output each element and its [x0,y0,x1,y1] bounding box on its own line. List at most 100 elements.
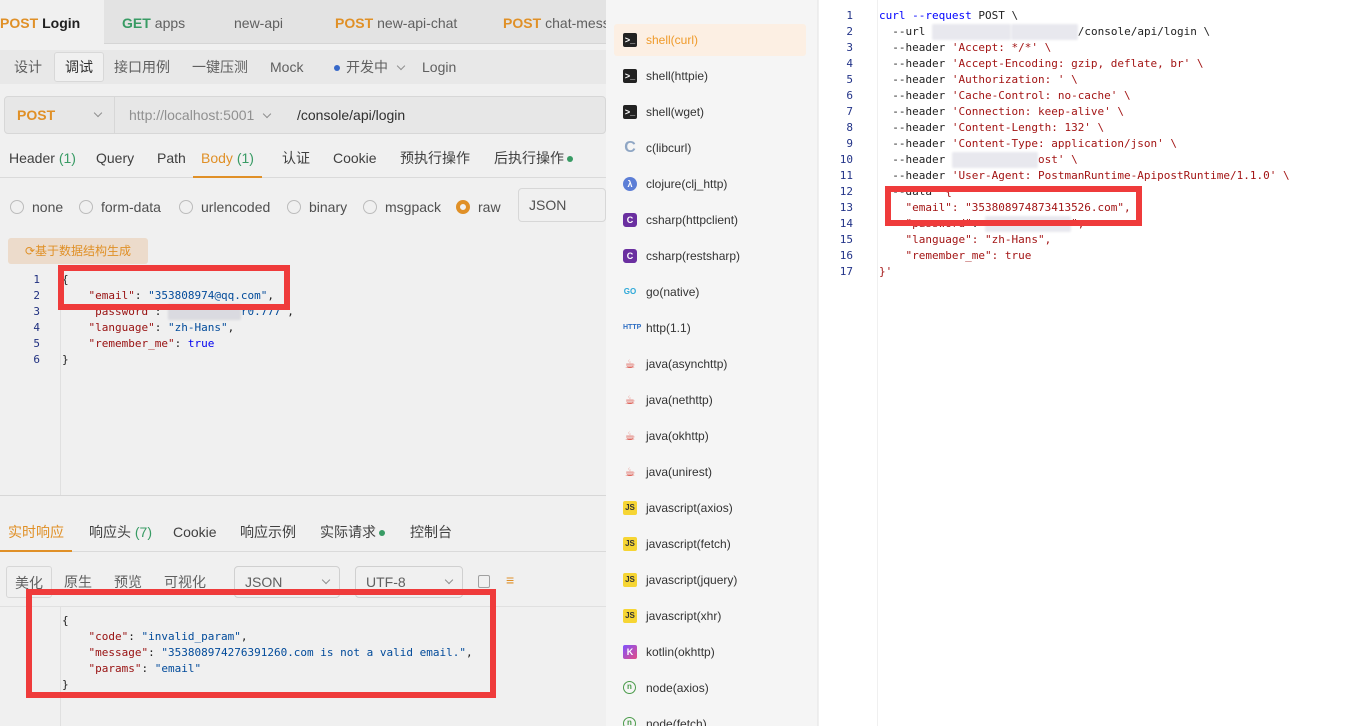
radio-none[interactable]: none [10,198,63,216]
code-line: "remember_me": true [88,337,215,350]
code-token: --header [892,137,946,150]
radio-form-data[interactable]: form-data [79,198,161,216]
tab-query[interactable]: Query [96,142,134,178]
code-token: curl [879,9,906,22]
lang-node-fetch[interactable]: n node(fetch) [614,708,806,726]
json-value: true [187,337,215,350]
line-number: 6 [846,89,853,102]
tab-login[interactable]: POST Login [0,0,104,44]
tab-header[interactable]: Header (1) [9,142,76,178]
path-input[interactable]: /console/api/login [297,97,597,133]
encoding-select[interactable]: UTF-8 [355,566,463,598]
radio-urlencoded[interactable]: urlencoded [179,198,270,216]
request-subtabs: Header (1) Query Path Body (1) 认证 Cookie… [0,142,606,178]
tab-actual-request[interactable]: 实际请求 [320,516,385,552]
code-line: --header 'Accept: */*' \ [879,40,1051,56]
radio-binary[interactable]: binary [287,198,347,216]
raw-button[interactable]: 原生 [56,566,100,598]
lang-javascript-fetch[interactable]: JS javascript(fetch) [614,528,806,560]
format-label: JSON [245,574,283,590]
code-line: "remember_me": true [879,248,1032,264]
lang-clojure[interactable]: λ clojure(clj_http) [614,168,806,200]
pretty-button[interactable]: 美化 [6,566,52,598]
radio-label: raw [478,199,501,215]
generate-from-schema-button[interactable]: ⟳基于数据结构生成 [8,238,148,264]
lang-java-okhttp[interactable]: ☕ java(okhttp) [614,420,806,452]
tab-apps[interactable]: GET apps [122,0,185,44]
tab-cookie[interactable]: Cookie [333,142,377,178]
code-line: --header 'Connection: keep-alive' \ [879,104,1124,120]
code-line: "email": "353808974873413526.com", [879,200,1131,216]
tab-label: apps [154,15,186,31]
tab-console[interactable]: 控制台 [410,516,452,552]
tab-label: Login [42,15,81,31]
code-token: '{ [938,185,952,198]
tab-body[interactable]: Body (1) [193,142,262,178]
status-dropdown[interactable]: 开发中 [326,50,408,84]
lang-javascript-axios[interactable]: JS javascript(axios) [614,492,806,524]
stress-test-button[interactable]: 一键压测 [182,50,258,84]
lang-csharp-httpclient[interactable]: Ccsharp(httpclient) [614,204,806,236]
copy-icon[interactable] [478,575,490,588]
line-number: 3 [846,41,853,54]
java-icon: ☕ [624,429,636,443]
tab-chat-messages[interactable]: POSTchat-messa [503,0,606,44]
clojure-icon: λ [623,177,637,191]
lang-javascript-xhr[interactable]: JS javascript(xhr) [614,600,806,632]
line-number: 8 [846,121,853,134]
visualize-button[interactable]: 可视化 [156,566,214,598]
lang-label: node(fetch) [646,717,707,726]
tab-auth[interactable]: 认证 [282,142,310,178]
line-number: 12 [839,185,853,198]
debug-button[interactable]: 调试 [54,52,104,82]
lang-label: node(axios) [646,681,709,695]
lang-c-libcurl[interactable]: Cc(libcurl) [614,132,806,164]
lang-java-asynchttp[interactable]: ☕ java(asynchttp) [614,348,806,380]
radio-raw[interactable]: raw [456,198,501,216]
preview-button[interactable]: 预览 [106,566,150,598]
generated-code-view[interactable]: 1 2 3 4 5 6 7 8 9 10 11 12 13 14 15 16 1… [818,0,1371,726]
mock-button[interactable]: Mock [260,50,313,84]
method-select[interactable]: POST [5,97,115,133]
code-line: "code": "invalid_param", [88,630,248,643]
c-icon: C [624,139,636,156]
code-token: "password" [905,217,972,230]
tab-pre-script[interactable]: 预执行操作 [400,142,470,178]
mode-toolbar: 设计 调试 接口用例 一键压测 Mock 开发中 Login [0,50,606,84]
design-button[interactable]: 设计 [4,50,52,84]
lang-http[interactable]: HTTP http(1.1) [614,312,806,344]
tab-label: 实际请求 [320,524,376,540]
tab-realtime-response[interactable]: 实时响应 [0,516,72,552]
tab-path[interactable]: Path [157,142,186,178]
examples-button[interactable]: 接口用例 [104,50,180,84]
tab-response-cookie[interactable]: Cookie [173,516,217,552]
redacted-value: "xxxxxxxxxxxx [984,216,1072,232]
raw-format-select[interactable]: JSON [518,188,606,222]
response-format-select[interactable]: JSON [234,566,340,598]
lang-go-native[interactable]: GO go(native) [614,276,806,308]
code-token: --header [892,121,946,134]
lang-java-unirest[interactable]: ☕ java(unirest) [614,456,806,488]
lang-node-axios[interactable]: n node(axios) [614,672,806,704]
lang-shell-wget[interactable]: >_ shell(wget) [614,96,806,128]
lang-kotlin-okhttp[interactable]: Kkotlin(okhttp) [614,636,806,668]
tab-post-label: 后执行操作 [494,150,564,166]
lang-shell-curl[interactable]: >_ shell(curl) [614,24,806,56]
code-line: "password": "xxxxxxxxxxxx", [905,216,1085,232]
tab-post-script[interactable]: 后执行操作 [494,142,573,178]
tab-new-api[interactable]: new-api [234,0,283,44]
lang-java-nethttp[interactable]: ☕ java(nethttp) [614,384,806,416]
line-number: 2 [846,25,853,38]
lang-csharp-restsharp[interactable]: Ccsharp(restsharp) [614,240,806,272]
line-number: 5 [33,337,40,350]
tab-response-headers[interactable]: 响应头 (7) [89,516,152,552]
radio-msgpack[interactable]: msgpack [363,198,441,216]
body-editor[interactable]: 1 2 3 4 5 6 { "email": "353808974@qq.com… [0,270,606,496]
base-url-select[interactable]: http://localhost:5001 [129,97,272,133]
lang-javascript-jquery[interactable]: JS javascript(jquery) [614,564,806,596]
tab-response-example[interactable]: 响应示例 [240,516,296,552]
wrap-lines-icon[interactable]: ≡ [506,572,514,588]
chevron-down-icon [444,575,454,585]
tab-new-api-chat[interactable]: POST new-api-chat [335,0,457,44]
lang-shell-httpie[interactable]: >_ shell(httpie) [614,60,806,92]
